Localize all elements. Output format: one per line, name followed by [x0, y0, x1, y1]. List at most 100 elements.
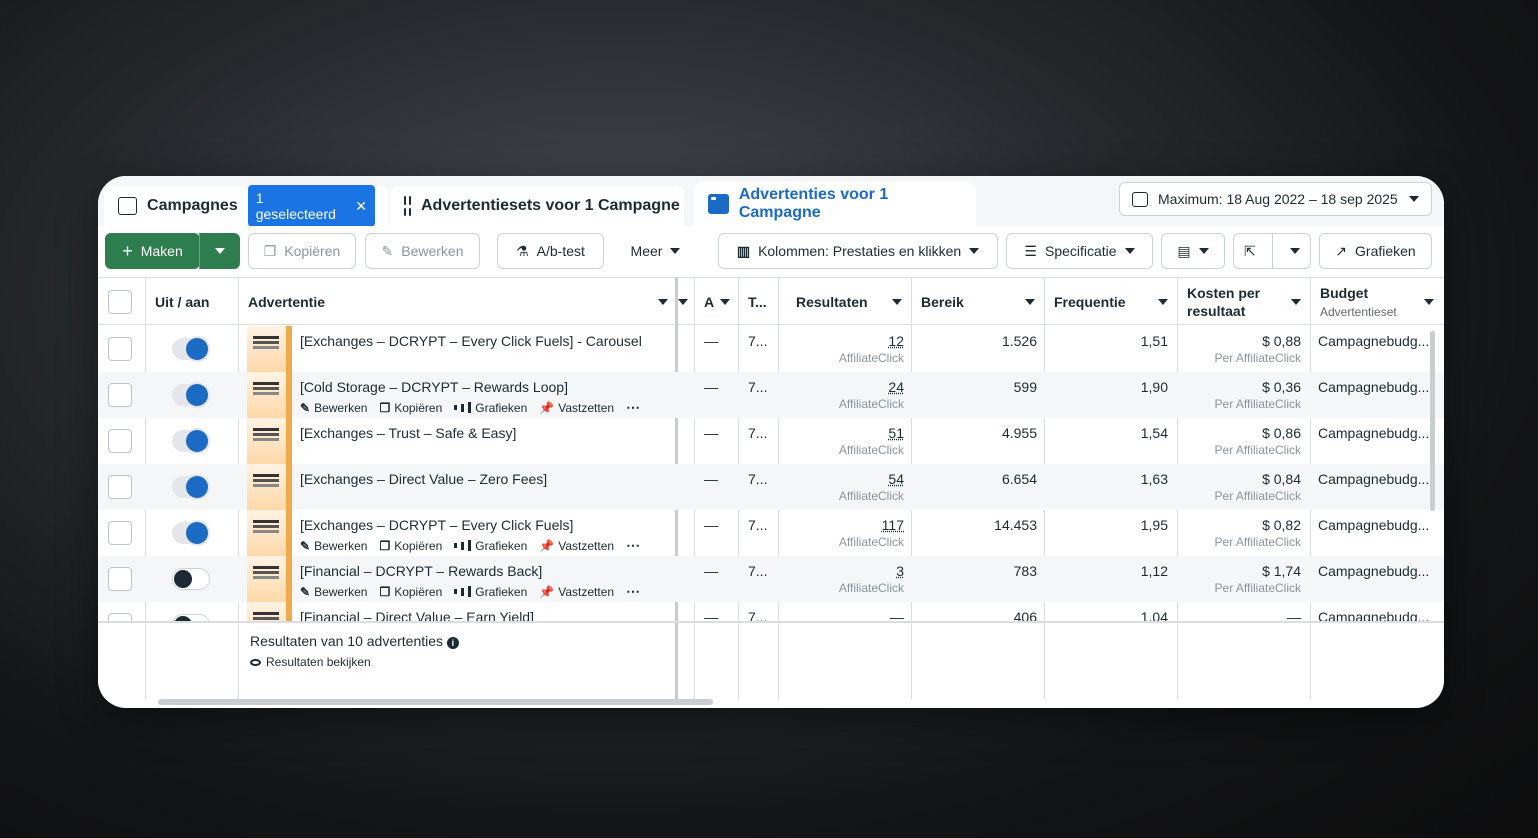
charts-button[interactable]: ↗ Grafieken [1319, 233, 1432, 269]
ad-thumbnail[interactable] [247, 372, 292, 418]
ad-status-toggle[interactable] [172, 522, 210, 544]
charts-label: Grafieken [1355, 243, 1416, 259]
header-a[interactable]: A [704, 278, 730, 326]
results-value[interactable]: 51 [888, 425, 904, 441]
columns-button[interactable]: ▥ Kolommen: Prestaties en klikken [718, 233, 998, 269]
copy-button[interactable]: ❐ Kopiëren [248, 233, 356, 269]
ad-status-toggle[interactable] [172, 430, 210, 452]
ad-thumbnail[interactable] [247, 556, 292, 602]
row-checkbox[interactable] [108, 613, 132, 621]
results-value[interactable]: 54 [888, 471, 904, 487]
view-results-link[interactable]: Resultaten bekijken [250, 655, 371, 669]
export-button[interactable]: ⇱ [1233, 233, 1311, 269]
row-copy-action[interactable]: ❐ Kopiëren [379, 583, 442, 600]
ad-name[interactable]: [Exchanges – DCRYPT – Every Click Fuels]… [300, 333, 642, 349]
results-value[interactable]: 117 [882, 517, 904, 533]
header-reach[interactable]: Bereik [921, 278, 1035, 326]
header-budget[interactable]: Budget Advertentieset [1320, 278, 1434, 326]
header-cost[interactable]: Kosten per resultaat [1187, 278, 1301, 326]
reports-button[interactable]: ▤ [1161, 233, 1225, 269]
header-t[interactable]: T... [748, 278, 770, 326]
tab-adsets[interactable]: Advertentiesets voor 1 Campagne [390, 186, 684, 226]
row-charts-action[interactable]: Grafieken [454, 537, 527, 554]
row-edit-action[interactable]: ✎ Bewerken [300, 399, 367, 416]
row-pin-action[interactable]: 📌 Vastzetten [539, 399, 614, 416]
more-options-icon[interactable]: ⋯ [626, 583, 641, 600]
ad-name[interactable]: [Financial – Direct Value – Earn Yield] [300, 609, 534, 621]
create-button[interactable]: + Maken [105, 233, 200, 269]
row-copy-action[interactable]: ❐ Kopiëren [379, 399, 442, 416]
row-actions: ✎ Bewerken ❐ Kopiëren Grafieken 📌 Vastzette… [300, 583, 641, 600]
ad-thumbnail[interactable] [247, 510, 292, 556]
close-icon[interactable]: ✕ [355, 198, 367, 215]
ad-status-toggle[interactable] [172, 568, 210, 590]
ad-name[interactable]: [Exchanges – Direct Value – Zero Fees] [300, 471, 547, 487]
ad-status-toggle[interactable] [172, 614, 210, 621]
more-options-icon[interactable]: ⋯ [626, 537, 641, 554]
ad-thumbnail[interactable] [247, 418, 292, 464]
row-edit-action[interactable]: ✎ Bewerken [300, 583, 367, 600]
results-value[interactable]: 24 [888, 379, 904, 395]
info-icon[interactable]: i [446, 637, 459, 649]
table-row[interactable]: [Exchanges – Direct Value – Zero Fees] —… [98, 464, 1444, 510]
ad-thumbnail[interactable] [247, 602, 292, 621]
table-row[interactable]: [Financial – Direct Value – Earn Yield] … [98, 602, 1444, 621]
vertical-scrollbar[interactable] [1430, 331, 1435, 511]
ad-thumbnail[interactable] [247, 326, 292, 372]
ad-name[interactable]: [Exchanges – Trust – Safe & Easy] [300, 425, 516, 441]
cost-sub: Per AffiliateClick [1214, 535, 1301, 549]
header-ad[interactable]: Advertentie [248, 278, 668, 326]
table-row[interactable]: [Exchanges – DCRYPT – Every Click Fuels]… [98, 510, 1444, 556]
breakdown-button[interactable]: ☰ Specificatie [1006, 233, 1153, 269]
tab-ads[interactable]: Advertenties voor 1 Campagne [694, 182, 976, 226]
table-row[interactable]: [Exchanges – DCRYPT – Every Click Fuels]… [98, 326, 1444, 372]
horizontal-scrollbar[interactable] [158, 699, 713, 705]
ad-name[interactable]: [Financial – DCRYPT – Rewards Back] [300, 563, 542, 579]
ad-status-toggle[interactable] [172, 476, 210, 498]
more-options-icon[interactable]: ⋯ [626, 399, 641, 416]
results-value[interactable]: 12 [888, 333, 904, 349]
flask-icon: ⚗ [516, 242, 529, 259]
row-copy-action[interactable]: ❐ Kopiëren [379, 537, 442, 554]
row-checkbox[interactable] [108, 429, 132, 453]
cell-t: 7... [748, 563, 768, 579]
edit-button[interactable]: ✎ Bewerken [365, 233, 480, 269]
bar-chart-icon [454, 402, 472, 413]
ad-name[interactable]: [Cold Storage – DCRYPT – Rewards Loop] [300, 379, 568, 395]
table-row[interactable]: [Cold Storage – DCRYPT – Rewards Loop] ✎… [98, 372, 1444, 418]
date-range-picker[interactable]: Maximum: 18 Aug 2022 – 18 sep 2025 [1119, 182, 1432, 216]
header-results[interactable]: Resultaten [796, 278, 902, 326]
more-button[interactable]: Meer [618, 233, 693, 269]
cell-t: 7... [748, 609, 768, 621]
row-pin-action[interactable]: 📌 Vastzetten [539, 537, 614, 554]
row-checkbox[interactable] [108, 383, 132, 407]
header-frequency[interactable]: Frequentie [1054, 278, 1168, 326]
table-row[interactable]: [Financial – DCRYPT – Rewards Back] ✎ Bew… [98, 556, 1444, 602]
results-value[interactable]: — [890, 609, 904, 621]
tab-campaigns[interactable]: Campagnes 1 geselecteerd ✕ [104, 185, 389, 227]
table-row[interactable]: [Exchanges – Trust – Safe & Easy] — 7...… [98, 418, 1444, 464]
row-pin-action[interactable]: 📌 Vastzetten [539, 583, 614, 600]
selected-badge[interactable]: 1 geselecteerd ✕ [247, 185, 375, 227]
cell-budget: Campagnebudg... [1318, 471, 1430, 487]
row-checkbox[interactable] [108, 567, 132, 591]
tab-campaigns-label: Campagnes [147, 197, 238, 214]
cell-results: 3 AffiliateClick [788, 563, 904, 595]
row-charts-action[interactable]: Grafieken [454, 399, 527, 416]
row-edit-action[interactable]: ✎ Bewerken [300, 537, 367, 554]
chevron-down-icon [670, 248, 681, 254]
ab-test-button[interactable]: ⚗ A/b-test [497, 233, 604, 269]
select-all-checkbox[interactable] [108, 290, 132, 314]
results-value[interactable]: 3 [896, 563, 904, 579]
column-divider [694, 623, 695, 699]
row-checkbox[interactable] [108, 521, 132, 545]
header-hidden[interactable] [678, 278, 688, 326]
row-checkbox[interactable] [108, 475, 132, 499]
ad-status-toggle[interactable] [172, 384, 210, 406]
create-dropdown-button[interactable] [199, 233, 240, 269]
ad-status-toggle[interactable] [172, 338, 210, 360]
ad-name[interactable]: [Exchanges – DCRYPT – Every Click Fuels] [300, 517, 573, 533]
row-checkbox[interactable] [108, 337, 132, 361]
row-charts-action[interactable]: Grafieken [454, 583, 527, 600]
ad-thumbnail[interactable] [247, 464, 292, 510]
